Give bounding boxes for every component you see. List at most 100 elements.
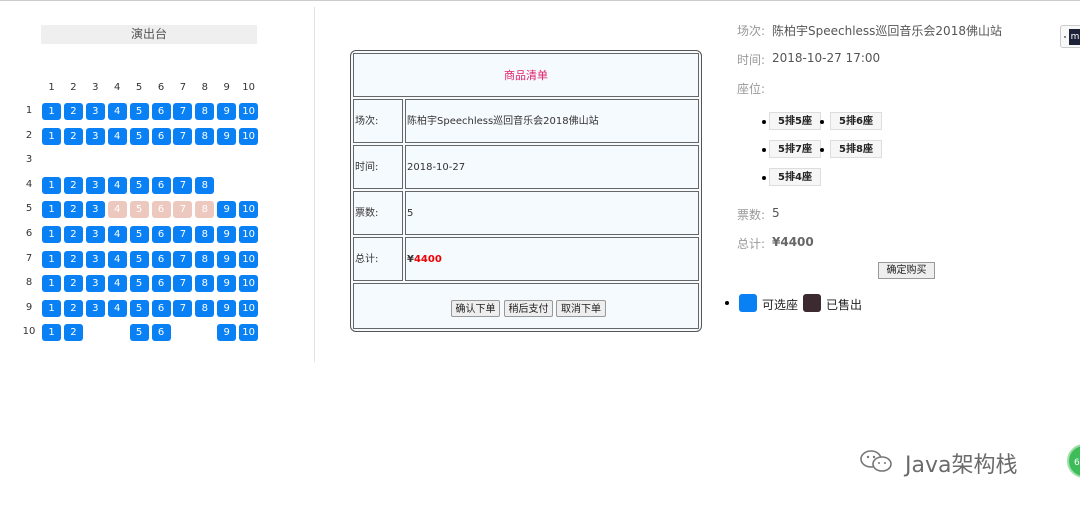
cancel-order-button[interactable]: 取消下单: [556, 300, 606, 317]
seat-available[interactable]: 4: [107, 275, 127, 293]
seat-available[interactable]: 5: [129, 275, 149, 293]
seat-available[interactable]: 1: [42, 201, 61, 219]
seat-available[interactable]: 8: [195, 127, 215, 145]
floating-badge[interactable]: 61: [1067, 444, 1080, 478]
seat-available[interactable]: 3: [85, 176, 105, 194]
seat-available[interactable]: 6: [151, 275, 171, 293]
seat-available[interactable]: 7: [173, 176, 193, 194]
seat-available[interactable]: 6: [151, 176, 171, 194]
confirm-purchase-button[interactable]: 确定购买: [878, 262, 935, 279]
seat-available[interactable]: 2: [63, 127, 83, 145]
seat-available[interactable]: 5: [129, 176, 149, 194]
seat-available[interactable]: 1: [42, 127, 61, 145]
seat-available[interactable]: 8: [195, 299, 215, 317]
seat-available[interactable]: 4: [107, 127, 127, 145]
seat-available[interactable]: 10: [239, 250, 259, 268]
row-number: 5: [25, 203, 33, 215]
seat-available[interactable]: 5: [129, 324, 149, 342]
seat-available[interactable]: 10: [239, 201, 259, 219]
seat-available[interactable]: 2: [63, 176, 83, 194]
seat-available[interactable]: 9: [217, 103, 237, 120]
seat-available[interactable]: 8: [195, 275, 215, 293]
seat-available[interactable]: 5: [129, 127, 149, 145]
seat-available[interactable]: 2: [63, 201, 83, 219]
goods-list-title: 商品清单: [353, 53, 699, 97]
seat-available[interactable]: 10: [239, 226, 259, 243]
seat-available[interactable]: 8: [195, 176, 215, 194]
seat-available[interactable]: 6: [151, 299, 171, 317]
seat-available[interactable]: 7: [173, 275, 193, 293]
available-legend-label: 可选座: [762, 298, 799, 312]
seat-available[interactable]: 8: [195, 103, 215, 120]
time-value: 2018-10-27: [405, 145, 699, 189]
seat-available[interactable]: 4: [107, 226, 127, 243]
seat-available[interactable]: 1: [42, 324, 61, 342]
list-bullet: [725, 301, 729, 305]
seat-available[interactable]: 3: [85, 275, 105, 293]
seat-available[interactable]: 9: [217, 299, 237, 317]
seat-available[interactable]: 6: [151, 324, 171, 342]
seat-available[interactable]: 9: [217, 226, 237, 243]
seat-available[interactable]: 3: [85, 299, 105, 317]
available-seat-swatch: [739, 294, 757, 312]
seat-available[interactable]: 5: [129, 103, 149, 120]
action-row: 确认下单 稍后支付 取消下单: [353, 283, 699, 329]
seat-available[interactable]: 2: [63, 275, 83, 293]
extension-widget[interactable]: m: [1060, 25, 1080, 48]
seat-available[interactable]: 7: [173, 250, 193, 268]
seat-available[interactable]: 1: [42, 275, 61, 293]
seat-available[interactable]: 4: [107, 103, 127, 120]
seat-selected[interactable]: 6: [151, 201, 171, 219]
seat-available[interactable]: 9: [217, 201, 237, 219]
seat-selected[interactable]: 5: [129, 201, 149, 219]
seat-available[interactable]: 7: [173, 103, 193, 120]
seat-selected[interactable]: 7: [173, 201, 193, 219]
seat-tag: 5排6座: [830, 112, 882, 130]
seat-available[interactable]: 4: [107, 250, 127, 268]
seat-available[interactable]: 9: [217, 324, 237, 342]
seat-available[interactable]: 8: [195, 250, 215, 268]
seat-available[interactable]: 2: [63, 324, 83, 342]
seat-available[interactable]: 10: [239, 275, 259, 293]
seat-available[interactable]: 3: [85, 226, 105, 243]
list-bullet: [820, 120, 824, 124]
seat-available[interactable]: 10: [239, 127, 259, 145]
seat-available[interactable]: 5: [129, 250, 149, 268]
seat-available[interactable]: 1: [42, 226, 61, 243]
seat-available[interactable]: 2: [63, 299, 83, 317]
seat-available[interactable]: 2: [63, 250, 83, 268]
pay-later-button[interactable]: 稍后支付: [504, 300, 553, 317]
seat-available[interactable]: 9: [217, 275, 237, 293]
seat-available[interactable]: 7: [173, 299, 193, 317]
confirm-order-button[interactable]: 确认下单: [451, 300, 500, 317]
seat-available[interactable]: 7: [173, 127, 193, 145]
seat-tag: 5排5座: [769, 112, 821, 130]
seat-available[interactable]: 3: [85, 103, 105, 120]
seat-available[interactable]: 3: [85, 250, 105, 268]
seat-available[interactable]: 3: [85, 201, 105, 219]
seat-available[interactable]: 4: [107, 176, 127, 194]
seat-available[interactable]: 6: [151, 127, 171, 145]
seat-available[interactable]: 6: [151, 226, 171, 243]
seat-available[interactable]: 5: [129, 226, 149, 243]
seat-available[interactable]: 2: [63, 103, 83, 120]
seat-available[interactable]: 1: [42, 176, 61, 194]
seat-available[interactable]: 10: [239, 299, 259, 317]
seat-selected[interactable]: 8: [195, 201, 215, 219]
seat-available[interactable]: 10: [239, 324, 259, 342]
seat-available[interactable]: 8: [195, 226, 215, 243]
seat-available[interactable]: 6: [151, 103, 171, 120]
seat-available[interactable]: 3: [85, 127, 105, 145]
seat-available[interactable]: 7: [173, 226, 193, 243]
seat-available[interactable]: 5: [129, 299, 149, 317]
seat-available[interactable]: 10: [239, 103, 259, 120]
seat-available[interactable]: 2: [63, 226, 83, 243]
seat-available[interactable]: 1: [42, 250, 61, 268]
seat-available[interactable]: 4: [107, 299, 127, 317]
seat-selected[interactable]: 4: [107, 201, 127, 219]
seat-available[interactable]: 1: [42, 299, 61, 317]
seat-available[interactable]: 1: [42, 103, 61, 120]
seat-available[interactable]: 9: [217, 127, 237, 145]
seat-available[interactable]: 6: [151, 250, 171, 268]
seat-available[interactable]: 9: [217, 250, 237, 268]
